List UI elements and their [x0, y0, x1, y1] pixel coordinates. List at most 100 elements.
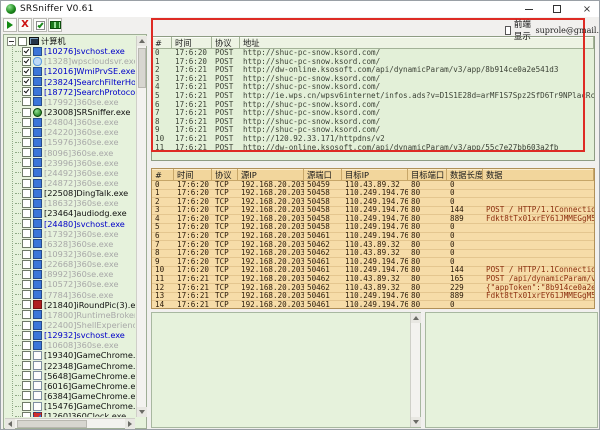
scroll-thumb[interactable]	[17, 420, 87, 428]
process-tree-item[interactable]: [10608]360se.exe	[5, 340, 135, 350]
process-tree-item[interactable]: [23824]SearchFilterHost.ex	[5, 77, 135, 87]
packet-row[interactable]: 1417:6:21TCP192.168.20.20350461110.249.1…	[152, 301, 594, 309]
process-tree-item[interactable]: [22668]360se.exe	[5, 259, 135, 269]
process-tree-item[interactable]: [1328]wpscloudsvr.exe	[5, 56, 135, 66]
request-row[interactable]: 617:6:21POSThttp://shuc-pc-snow.ksord.co…	[152, 101, 594, 110]
detail-vertical-scrollbar[interactable]	[410, 313, 420, 427]
process-tree-item[interactable]: [7784]360se.exe	[5, 290, 135, 300]
request-row[interactable]: 017:6:20POSThttp://shuc-pc-snow.ksord.co…	[152, 49, 594, 58]
request-row[interactable]: 817:6:21POSThttp://shuc-pc-snow.ksord.co…	[152, 118, 594, 127]
process-tree-item[interactable]: [24492]360se.exe	[5, 168, 135, 178]
column-header[interactable]: 数据	[483, 169, 594, 181]
front-display-checkbox[interactable]	[505, 26, 511, 35]
process-checkbox[interactable]	[22, 412, 31, 417]
process-checkbox[interactable]	[22, 381, 31, 390]
process-checkbox[interactable]	[22, 229, 31, 238]
process-tree-item[interactable]: [17800]RuntimeBroker.exe	[5, 310, 135, 320]
network-adapter-button[interactable]	[48, 18, 62, 32]
process-tree-item[interactable]: [12016]WmiPrvSE.exe	[5, 66, 135, 76]
process-checkbox[interactable]	[22, 128, 31, 137]
process-tree-item[interactable]: [17392]360se.exe	[5, 229, 135, 239]
process-checkbox[interactable]	[22, 300, 31, 309]
close-button[interactable]: ×	[579, 2, 595, 16]
process-tree-item[interactable]: [24804]360se.exe	[5, 117, 135, 127]
process-tree-item[interactable]: [23464]audiodg.exe	[5, 208, 135, 218]
process-checkbox[interactable]	[22, 189, 31, 198]
process-checkbox[interactable]	[22, 148, 31, 157]
column-header[interactable]: 协议	[212, 37, 240, 49]
process-checkbox[interactable]	[22, 158, 31, 167]
column-header[interactable]: #	[152, 37, 172, 49]
process-tree-item[interactable]: [6384]GameChrome.exe	[5, 391, 135, 401]
process-tree-item[interactable]: [22508]DingTalk.exe	[5, 188, 135, 198]
request-row[interactable]: 717:6:21POSThttp://shuc-pc-snow.ksord.co…	[152, 109, 594, 118]
process-checkbox[interactable]	[22, 57, 31, 66]
process-checkbox[interactable]	[22, 199, 31, 208]
scroll-up-button[interactable]	[411, 313, 421, 323]
process-tree-item[interactable]: [10276]svchost.exe	[5, 46, 135, 56]
process-checkbox[interactable]	[22, 118, 31, 127]
minimize-button[interactable]	[521, 2, 537, 16]
process-tree-item[interactable]: [23996]360se.exe	[5, 158, 135, 168]
process-tree-item[interactable]: [18632]360se.exe	[5, 198, 135, 208]
scroll-left-button[interactable]	[5, 419, 15, 429]
process-checkbox[interactable]	[22, 168, 31, 177]
process-tree-item[interactable]: [5648]GameChrome.exe	[5, 371, 135, 381]
column-header[interactable]: 时间	[174, 169, 212, 181]
request-row[interactable]: 117:6:20POSThttp://shuc-pc-snow.ksord.co…	[152, 58, 594, 67]
process-tree-item[interactable]: [10572]360se.exe	[5, 279, 135, 289]
column-header[interactable]: #	[152, 169, 174, 181]
process-checkbox[interactable]	[22, 209, 31, 218]
process-checkbox[interactable]	[22, 341, 31, 350]
tree-horizontal-scrollbar[interactable]	[5, 418, 135, 428]
process-checkbox[interactable]	[22, 239, 31, 248]
column-header[interactable]: 源端口	[304, 169, 342, 181]
process-checkbox[interactable]	[22, 87, 31, 96]
process-tree-item[interactable]: [22400]ShellExperienceHost	[5, 320, 135, 330]
scroll-up-button[interactable]	[137, 36, 147, 46]
process-checkbox[interactable]	[22, 219, 31, 228]
process-checkbox[interactable]	[22, 108, 31, 117]
process-checkbox[interactable]	[22, 351, 31, 360]
process-checkbox[interactable]	[22, 138, 31, 147]
tree-vertical-scrollbar[interactable]	[136, 36, 146, 417]
process-tree-item[interactable]: [6328]360se.exe	[5, 239, 135, 249]
column-header[interactable]: 目标端口	[408, 169, 447, 181]
process-checkbox[interactable]	[22, 331, 31, 340]
process-checkbox[interactable]	[22, 77, 31, 86]
start-capture-button[interactable]	[3, 18, 17, 32]
filter-options-button[interactable]	[33, 18, 47, 32]
packet-detail-pane[interactable]	[151, 312, 421, 428]
process-tree-item[interactable]: [23008]SRSniffer.exe	[5, 107, 135, 117]
process-checkbox[interactable]	[22, 97, 31, 106]
scroll-down-button[interactable]	[411, 417, 421, 427]
process-tree-item[interactable]: [15476]GameChrome.exe	[5, 401, 135, 411]
process-tree-item[interactable]: [15976]360se.exe	[5, 137, 135, 147]
process-tree-item[interactable]: [21840]iRoundPic(3).exe	[5, 300, 135, 310]
maximize-button[interactable]	[549, 2, 565, 16]
request-row[interactable]: 1117:6:21POSThttp://dw-online.ksosoft.co…	[152, 144, 594, 153]
process-tree-item[interactable]: [19340]GameChrome.exe	[5, 350, 135, 360]
process-checkbox[interactable]	[22, 402, 31, 411]
process-checkbox[interactable]	[22, 290, 31, 299]
request-row[interactable]: 1017:6:21POSThttp://120.92.33.171/httpdn…	[152, 135, 594, 144]
request-row[interactable]: 417:6:21POSThttp://shuc-pc-snow.ksord.co…	[152, 83, 594, 92]
process-checkbox[interactable]	[22, 321, 31, 330]
request-row[interactable]: 917:6:21POSThttp://shuc-pc-snow.ksord.co…	[152, 126, 594, 135]
column-header[interactable]: 源IP	[238, 169, 304, 181]
process-tree-item[interactable]: [22348]GameChrome.exe	[5, 361, 135, 371]
process-tree-item[interactable]: [8096]360se.exe	[5, 148, 135, 158]
process-checkbox[interactable]	[22, 270, 31, 279]
process-checkbox[interactable]	[22, 371, 31, 380]
scroll-thumb[interactable]	[138, 48, 146, 88]
process-tree-item[interactable]: [24480]svchost.exe	[5, 219, 135, 229]
column-header[interactable]: 协议	[212, 169, 238, 181]
column-header[interactable]: 目标IP	[342, 169, 408, 181]
process-checkbox[interactable]	[22, 391, 31, 400]
process-tree-item[interactable]: [1260]360Clock.exe	[5, 411, 135, 417]
stop-capture-button[interactable]: X	[18, 18, 32, 32]
tree-root-item[interactable]: 计算机	[5, 36, 135, 46]
column-header[interactable]: 时间	[172, 37, 212, 49]
process-tree-item[interactable]: [6016]GameChrome.exe	[5, 381, 135, 391]
process-checkbox[interactable]	[22, 250, 31, 259]
